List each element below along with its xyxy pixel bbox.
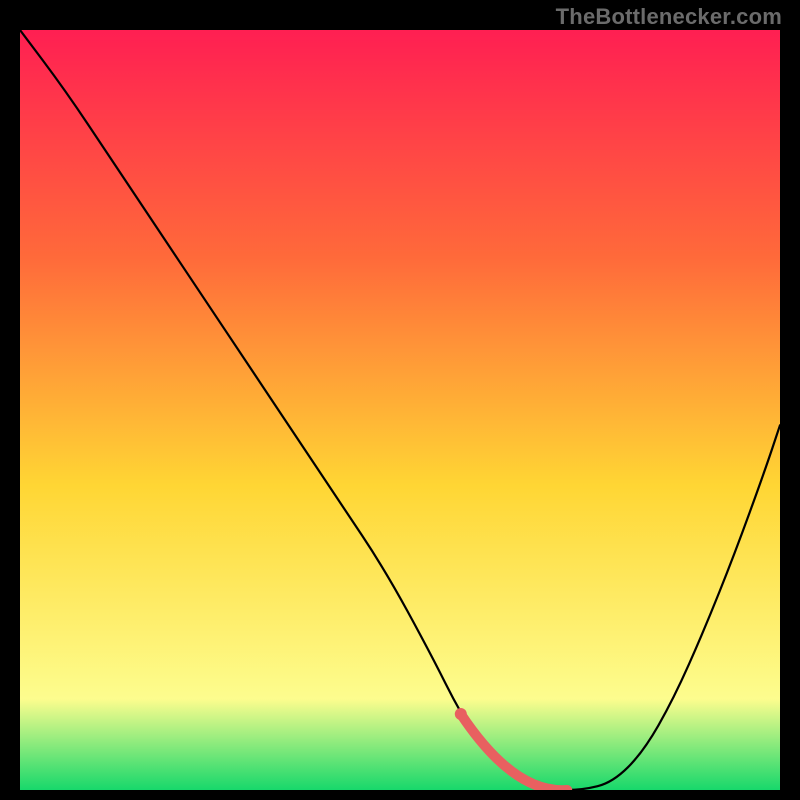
watermark-text: TheBottlenecker.com — [556, 4, 782, 30]
bottleneck-chart — [20, 30, 780, 790]
optimal-range-start-dot — [455, 708, 467, 720]
chart-background — [20, 30, 780, 790]
